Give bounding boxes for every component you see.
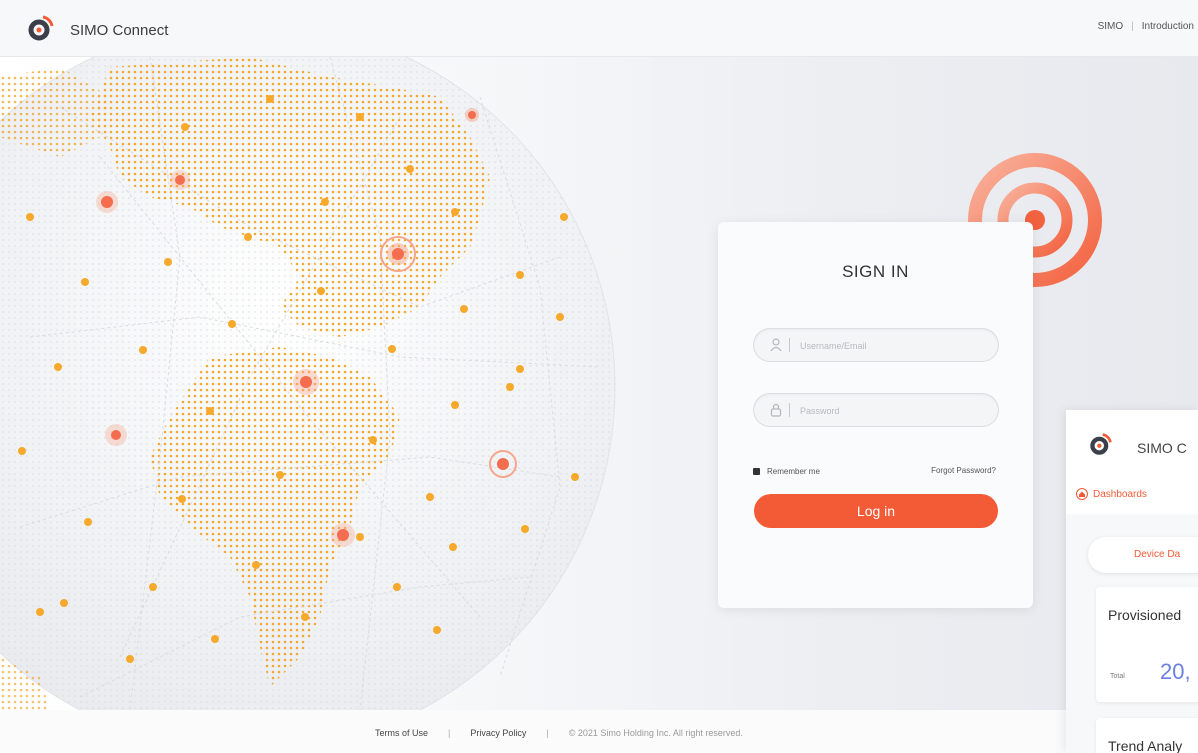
simo-logo-icon[interactable]: [27, 14, 55, 42]
dashboard-tab: Dashboards: [1093, 489, 1147, 500]
nav-separator: |: [1131, 21, 1134, 32]
field-divider: [789, 338, 790, 352]
username-input[interactable]: [798, 335, 987, 357]
trend-analysis-card: Trend Analy: [1096, 718, 1198, 753]
provisioned-title: Provisioned: [1108, 607, 1182, 623]
terms-link[interactable]: Terms of Use: [375, 728, 428, 738]
page-footer: Terms of Use | Privacy Policy | © 2021 Simo …: [0, 710, 1066, 753]
remember-me[interactable]: Remember me: [753, 467, 820, 476]
signin-card: SIGN IN Remember me Forgot Password? Log…: [718, 222, 1033, 608]
total-value: 20,: [1160, 659, 1191, 684]
simo-logo-icon: [1090, 433, 1112, 455]
field-divider: [789, 403, 790, 417]
dashboard-brand: SIMO C: [1137, 440, 1187, 456]
password-field[interactable]: [753, 393, 999, 427]
username-field[interactable]: [753, 328, 999, 362]
login-button[interactable]: Log in: [754, 494, 998, 528]
dashboard-preview: SIMO C Dashboards Device Da Provisioned …: [1066, 410, 1198, 753]
remember-checkbox[interactable]: [753, 468, 760, 475]
signin-title: SIGN IN: [842, 262, 909, 281]
device-dashboard-label: Device Da: [1134, 549, 1181, 560]
trend-analysis-title: Trend Analy: [1108, 738, 1183, 753]
brand-name: SIMO Connect: [70, 22, 169, 39]
lock-icon: [770, 403, 782, 417]
copyright-text: © 2021 Simo Holding Inc. All right reser…: [568, 728, 743, 738]
top-nav: SIMO | Introduction: [1098, 21, 1194, 32]
privacy-link[interactable]: Privacy Policy: [470, 728, 526, 738]
forgot-password-link[interactable]: Forgot Password?: [931, 466, 996, 475]
remember-label: Remember me: [767, 467, 820, 476]
total-label: Total: [1110, 673, 1125, 680]
home-icon: [1076, 488, 1088, 500]
footer-separator: |: [546, 728, 549, 738]
footer-separator: |: [448, 728, 451, 738]
user-icon: [770, 338, 782, 352]
device-dashboard-pill: Device Da: [1088, 537, 1198, 573]
nav-item-introduction[interactable]: Introduction: [1142, 21, 1194, 32]
nav-item-simo[interactable]: SIMO: [1098, 21, 1124, 32]
top-header: SIMO Connect SIMO | Introduction: [0, 0, 1198, 57]
provisioned-card: Provisioned Total 20,: [1096, 587, 1198, 702]
password-input[interactable]: [798, 400, 987, 422]
dashboard-header: SIMO C Dashboards: [1066, 410, 1198, 514]
